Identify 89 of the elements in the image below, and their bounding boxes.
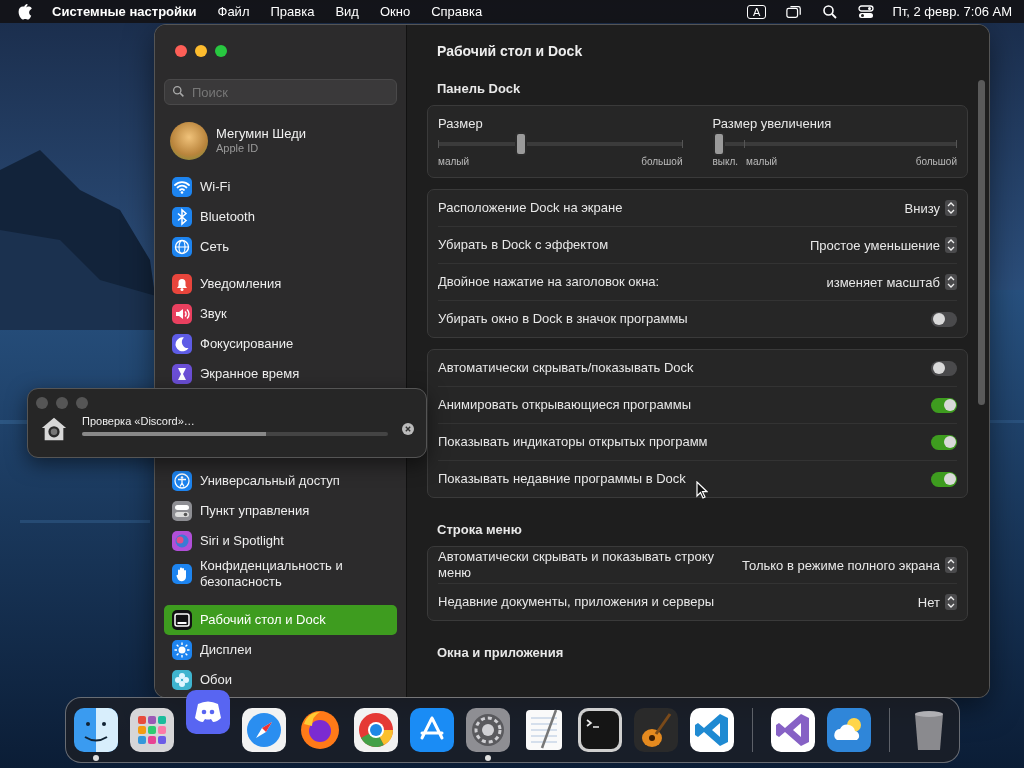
- profile-subtitle: Apple ID: [216, 141, 260, 156]
- menu-item[interactable]: Правка: [270, 4, 315, 19]
- stepper-icon: [945, 594, 957, 610]
- sidebar-item[interactable]: Экранное время: [164, 359, 397, 389]
- setting-label: Двойное нажатие на заголовок окна:: [438, 273, 661, 291]
- toggle-switch[interactable]: [931, 434, 957, 450]
- popup-menu[interactable]: Нет: [917, 592, 957, 612]
- menu-item[interactable]: Справка: [431, 4, 483, 19]
- input-source-indicator[interactable]: A: [747, 4, 767, 19]
- app-grid-icon[interactable]: [130, 708, 174, 752]
- scroll-bar[interactable]: [978, 80, 985, 405]
- sidebar-item[interactable]: Пункт управления: [164, 496, 397, 526]
- popup-menu[interactable]: изменяет масштаб: [826, 272, 957, 292]
- scale-label: малый: [746, 156, 778, 168]
- setting-label: Убирать окно в Dock в значок программы: [438, 310, 689, 328]
- stepper-icon: [945, 274, 957, 290]
- fox-globe-icon[interactable]: [298, 708, 342, 752]
- section-heading: Строка меню: [436, 521, 523, 539]
- zoom-button[interactable]: [215, 45, 227, 57]
- sidebar-item[interactable]: Звук: [164, 299, 397, 329]
- cancel-icon[interactable]: [402, 423, 414, 435]
- search-icon: [172, 85, 185, 98]
- guitar-icon[interactable]: [634, 708, 678, 752]
- sidebar-item[interactable]: Wi-Fi: [164, 172, 397, 202]
- slider-label: Размер увеличения: [712, 115, 833, 132]
- sidebar-item[interactable]: Универсальный доступ: [164, 466, 397, 496]
- controller-icon[interactable]: [186, 690, 230, 734]
- popup-menu[interactable]: Только в режиме полного экрана: [742, 555, 957, 575]
- slider-thumb[interactable]: [514, 132, 527, 156]
- face-icon[interactable]: [74, 708, 118, 752]
- search-field[interactable]: Поиск: [164, 79, 397, 105]
- scale-label: большой: [641, 156, 683, 168]
- sidebar-item[interactable]: Конфиденциальность и безопасность: [164, 556, 397, 592]
- stepper-icon: [945, 557, 957, 573]
- scale-label: малый: [438, 156, 470, 168]
- search-icon[interactable]: [822, 3, 839, 20]
- sidebar-item[interactable]: Дисплеи: [164, 635, 397, 665]
- popup-menu[interactable]: Внизу: [904, 198, 957, 218]
- page-title: Рабочий стол и Dock: [436, 42, 584, 61]
- code-icon[interactable]: [690, 708, 734, 752]
- sidebar-item[interactable]: Siri и Spotlight: [164, 526, 397, 556]
- menu-item[interactable]: Окно: [379, 4, 411, 19]
- windows-icon[interactable]: [786, 3, 803, 20]
- sidebar-item[interactable]: Сеть: [164, 232, 397, 262]
- setting-label: Недавние документы, приложения и серверы: [438, 593, 715, 611]
- section-heading: Окна и приложения: [436, 644, 565, 662]
- toggles-icon[interactable]: [858, 3, 875, 20]
- progress-message: Проверка «Discord»…: [82, 414, 196, 427]
- scale-label: выкл.: [712, 156, 739, 168]
- gear-icon[interactable]: [466, 708, 510, 752]
- letter-a-icon[interactable]: [410, 708, 454, 752]
- minimize-button[interactable]: [195, 45, 207, 57]
- setting-label: Расположение Dock на экране: [438, 199, 624, 217]
- avatar[interactable]: [170, 122, 208, 160]
- sidebar-item[interactable]: Bluetooth: [164, 202, 397, 232]
- setting-label: Убирать в Dock с эффектом: [438, 236, 610, 254]
- slider-thumb[interactable]: [712, 132, 725, 156]
- popup-menu[interactable]: Простое уменьшение: [810, 235, 957, 255]
- close-button[interactable]: [175, 45, 187, 57]
- date-time[interactable]: Пт, 2 февр. 7:06 AM: [892, 4, 1012, 19]
- section-heading: Панель Dock: [436, 80, 522, 98]
- apple-icon[interactable]: [18, 3, 32, 20]
- setting-label: Автоматически скрывать/показывать Dock: [438, 359, 695, 377]
- stepper-icon: [945, 200, 957, 216]
- app-menu[interactable]: Системные настройки: [52, 4, 197, 19]
- setting-label: Показывать индикаторы открытых программ: [438, 433, 709, 451]
- setting-label: Показывать недавние программы в Dock: [438, 470, 687, 488]
- sidebar-item[interactable]: Уведомления: [164, 269, 397, 299]
- toggle-switch[interactable]: [931, 311, 957, 327]
- profile-name[interactable]: Мегумин Шеди: [216, 126, 306, 141]
- terminal-icon[interactable]: [578, 708, 622, 752]
- pointer-icon: [696, 481, 708, 499]
- toggle-switch[interactable]: [931, 360, 957, 376]
- setting-label: Анимировать открывающиеся программы: [438, 396, 692, 414]
- scale-label: большой: [915, 156, 957, 168]
- ribbon-icon[interactable]: [770, 708, 815, 752]
- menu-item[interactable]: Файл: [217, 4, 250, 19]
- stepper-icon: [945, 237, 957, 253]
- sidebar-item[interactable]: Рабочий стол и Dock: [164, 605, 397, 635]
- toggle-switch[interactable]: [931, 471, 957, 487]
- house-icon: [40, 415, 68, 443]
- sidebar-item[interactable]: Обои: [164, 665, 397, 695]
- toggle-switch[interactable]: [931, 397, 957, 413]
- slider-label: Размер: [438, 115, 484, 132]
- compass-icon[interactable]: [242, 708, 286, 752]
- setting-label: Автоматически скрывать и показывать строку меню: [438, 548, 716, 582]
- menu-item[interactable]: Вид: [335, 4, 359, 19]
- sidebar-item[interactable]: Фокусирование: [164, 329, 397, 359]
- cloud-icon[interactable]: [826, 708, 871, 752]
